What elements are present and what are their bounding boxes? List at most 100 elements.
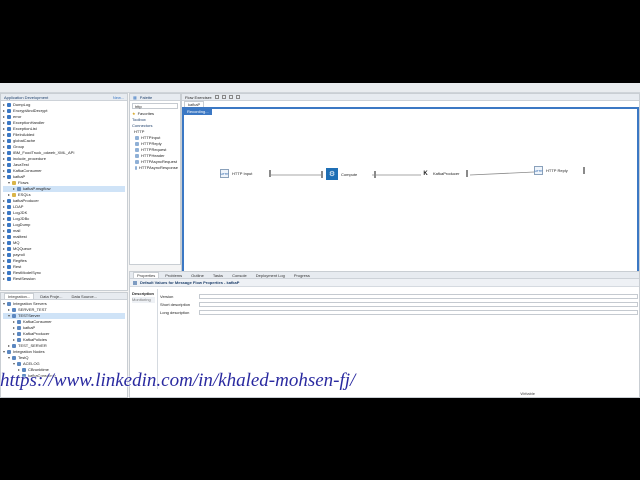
- expand-icon[interactable]: [8, 194, 10, 196]
- tab-data-project[interactable]: Data Proje...: [37, 294, 65, 299]
- property-input[interactable]: [199, 301, 638, 307]
- expand-icon[interactable]: [3, 158, 5, 160]
- new-link[interactable]: New...: [113, 95, 124, 100]
- expand-icon[interactable]: [3, 224, 5, 226]
- integration-explorer-tabs: Integration... Data Proje... Data Source…: [1, 293, 127, 300]
- tab-data-source[interactable]: Data Source...: [68, 294, 100, 299]
- properties-tab[interactable]: Tasks: [210, 273, 226, 278]
- node-http-reply-label: HTTP Reply: [546, 168, 568, 173]
- expand-icon[interactable]: [3, 146, 5, 148]
- stop-icon[interactable]: [236, 95, 241, 99]
- collapse-icon[interactable]: [8, 357, 10, 359]
- expand-icon[interactable]: [13, 333, 15, 335]
- send-message-icon[interactable]: [222, 95, 227, 99]
- app-icon: [7, 217, 11, 221]
- expand-icon[interactable]: [3, 212, 5, 214]
- expand-icon[interactable]: [3, 254, 5, 256]
- collapse-icon[interactable]: [13, 363, 15, 365]
- expand-icon[interactable]: [8, 309, 10, 311]
- expand-icon[interactable]: [3, 110, 5, 112]
- expand-icon[interactable]: [3, 278, 5, 280]
- expand-icon[interactable]: [3, 218, 5, 220]
- expand-icon[interactable]: [13, 327, 15, 329]
- palette-node[interactable]: HTTPAsyncResponse: [135, 165, 178, 171]
- expand-icon[interactable]: [13, 188, 15, 190]
- expand-icon[interactable]: [3, 134, 5, 136]
- properties-tab[interactable]: Console: [229, 273, 250, 278]
- linkedin-watermark: https://www.linkedin.com/in/khaled-mohse…: [0, 370, 356, 391]
- app-icon: [7, 253, 11, 257]
- node-icon: [17, 338, 21, 342]
- node-icon: [12, 344, 16, 348]
- properties-heading: Default Values for Message Flow Properti…: [140, 280, 240, 285]
- http-input-terminal: [269, 170, 272, 177]
- node-icon: [17, 320, 21, 324]
- expand-icon[interactable]: [13, 321, 15, 323]
- view-path-icon[interactable]: [229, 95, 234, 99]
- expand-icon[interactable]: [3, 260, 5, 262]
- expand-icon[interactable]: [3, 152, 5, 154]
- property-label: Short description: [160, 301, 191, 307]
- palette-title: Palette: [139, 94, 153, 100]
- expand-icon[interactable]: [3, 206, 5, 208]
- app-icon: [7, 103, 11, 107]
- flow-exerciser-label: Flow Exerciser:: [185, 94, 213, 100]
- node-compute[interactable]: ⚙ Compute: [321, 168, 377, 180]
- tab-integration[interactable]: Integration...: [4, 293, 35, 299]
- expand-icon[interactable]: [3, 122, 5, 124]
- collapse-icon[interactable]: [3, 351, 5, 353]
- node-http-input[interactable]: HTTP HTTP Input: [220, 169, 272, 178]
- expand-icon[interactable]: [3, 266, 5, 268]
- http-node-icon: [135, 154, 139, 158]
- app-icon: [7, 265, 11, 269]
- collapse-icon[interactable]: [8, 182, 10, 184]
- properties-tab[interactable]: Deployment Log: [253, 273, 288, 278]
- collapse-icon[interactable]: [3, 176, 5, 178]
- properties-tab[interactable]: Problems: [162, 273, 185, 278]
- collapse-icon[interactable]: [3, 303, 5, 305]
- node-compute-label: Compute: [341, 171, 358, 177]
- expand-icon[interactable]: [3, 128, 5, 130]
- application-tree: DumpLog EncryptAndDecrypt error ExceptionHa…: [1, 101, 127, 283]
- property-label: Version: [160, 293, 174, 299]
- expand-icon[interactable]: [3, 170, 5, 172]
- expand-icon[interactable]: [3, 242, 5, 244]
- expand-icon[interactable]: [3, 230, 5, 232]
- app-icon: [7, 223, 11, 227]
- app-icon: [7, 163, 11, 167]
- app-icon: [7, 205, 11, 209]
- property-label: Long description: [160, 309, 190, 315]
- side-tab-monitoring[interactable]: Monitoring: [132, 297, 155, 303]
- node-kafka-producer-label: KafkaProducer: [433, 171, 460, 176]
- app-tree-item[interactable]: RestSession: [3, 276, 125, 282]
- folder-icon: [12, 193, 16, 197]
- palette-search-input[interactable]: http: [132, 103, 178, 109]
- expand-icon[interactable]: [3, 164, 5, 166]
- expand-icon[interactable]: [13, 339, 15, 341]
- expand-icon[interactable]: [3, 104, 5, 106]
- properties-tab[interactable]: Properties: [133, 272, 160, 278]
- expand-icon[interactable]: [3, 200, 5, 202]
- property-input[interactable]: [199, 309, 638, 315]
- kafka-producer-terminal: [466, 170, 469, 177]
- app-icon: [7, 247, 11, 251]
- node-kafka-producer[interactable]: K KafkaProducer: [421, 169, 469, 178]
- http-reply-terminal: [582, 167, 585, 174]
- app-icon: [7, 133, 11, 137]
- app-icon: [7, 151, 11, 155]
- http-node-icon: [135, 142, 139, 146]
- expand-icon[interactable]: [3, 236, 5, 238]
- properties-tab[interactable]: Outline: [188, 273, 207, 278]
- collapse-icon[interactable]: [8, 315, 10, 317]
- expand-icon[interactable]: [3, 116, 5, 118]
- property-input[interactable]: [199, 293, 638, 299]
- expand-icon[interactable]: [3, 140, 5, 142]
- expand-icon[interactable]: [3, 248, 5, 250]
- expand-icon[interactable]: [8, 345, 10, 347]
- expand-icon[interactable]: [3, 272, 5, 274]
- properties-fields: Version Short description Long description: [160, 292, 638, 316]
- node-icon: [12, 308, 16, 312]
- node-http-reply[interactable]: HTTP HTTP Reply: [534, 166, 585, 175]
- record-icon[interactable]: [215, 95, 220, 99]
- properties-tab[interactable]: Progress: [291, 273, 313, 278]
